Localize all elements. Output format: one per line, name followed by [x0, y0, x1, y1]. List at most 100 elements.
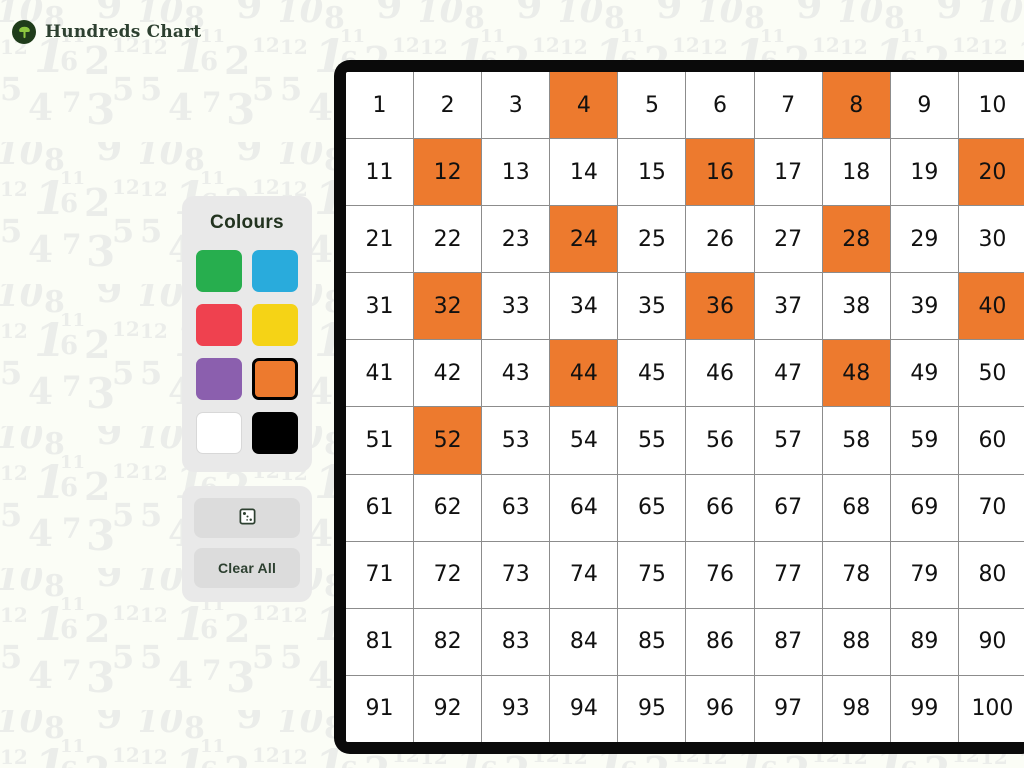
grid-cell-10[interactable]: 10 — [958, 72, 1024, 139]
grid-cell-96[interactable]: 96 — [686, 675, 754, 742]
grid-cell-67[interactable]: 67 — [754, 474, 822, 541]
grid-cell-35[interactable]: 35 — [618, 273, 686, 340]
grid-cell-9[interactable]: 9 — [890, 72, 958, 139]
grid-cell-26[interactable]: 26 — [686, 206, 754, 273]
grid-cell-89[interactable]: 89 — [890, 608, 958, 675]
colour-swatch-black[interactable] — [252, 412, 298, 454]
grid-cell-50[interactable]: 50 — [958, 340, 1024, 407]
grid-cell-18[interactable]: 18 — [822, 139, 890, 206]
grid-cell-5[interactable]: 5 — [618, 72, 686, 139]
grid-cell-70[interactable]: 70 — [958, 474, 1024, 541]
grid-cell-40[interactable]: 40 — [958, 273, 1024, 340]
grid-cell-37[interactable]: 37 — [754, 273, 822, 340]
grid-cell-57[interactable]: 57 — [754, 407, 822, 474]
grid-cell-25[interactable]: 25 — [618, 206, 686, 273]
grid-cell-54[interactable]: 54 — [550, 407, 618, 474]
grid-cell-15[interactable]: 15 — [618, 139, 686, 206]
grid-cell-76[interactable]: 76 — [686, 541, 754, 608]
grid-cell-53[interactable]: 53 — [482, 407, 550, 474]
grid-cell-39[interactable]: 39 — [890, 273, 958, 340]
colour-swatch-white[interactable] — [196, 412, 242, 454]
grid-cell-88[interactable]: 88 — [822, 608, 890, 675]
grid-cell-44[interactable]: 44 — [550, 340, 618, 407]
grid-cell-81[interactable]: 81 — [346, 608, 414, 675]
grid-cell-23[interactable]: 23 — [482, 206, 550, 273]
grid-cell-47[interactable]: 47 — [754, 340, 822, 407]
grid-cell-69[interactable]: 69 — [890, 474, 958, 541]
grid-cell-32[interactable]: 32 — [414, 273, 482, 340]
grid-cell-14[interactable]: 14 — [550, 139, 618, 206]
grid-cell-95[interactable]: 95 — [618, 675, 686, 742]
grid-cell-100[interactable]: 100 — [958, 675, 1024, 742]
grid-cell-17[interactable]: 17 — [754, 139, 822, 206]
grid-cell-58[interactable]: 58 — [822, 407, 890, 474]
grid-cell-19[interactable]: 19 — [890, 139, 958, 206]
grid-cell-87[interactable]: 87 — [754, 608, 822, 675]
grid-cell-92[interactable]: 92 — [414, 675, 482, 742]
dice-button[interactable] — [194, 498, 300, 538]
grid-cell-7[interactable]: 7 — [754, 72, 822, 139]
grid-cell-83[interactable]: 83 — [482, 608, 550, 675]
grid-cell-8[interactable]: 8 — [822, 72, 890, 139]
grid-cell-99[interactable]: 99 — [890, 675, 958, 742]
grid-cell-55[interactable]: 55 — [618, 407, 686, 474]
grid-cell-77[interactable]: 77 — [754, 541, 822, 608]
grid-cell-6[interactable]: 6 — [686, 72, 754, 139]
grid-cell-4[interactable]: 4 — [550, 72, 618, 139]
grid-cell-91[interactable]: 91 — [346, 675, 414, 742]
grid-cell-94[interactable]: 94 — [550, 675, 618, 742]
grid-cell-68[interactable]: 68 — [822, 474, 890, 541]
grid-cell-63[interactable]: 63 — [482, 474, 550, 541]
grid-cell-90[interactable]: 90 — [958, 608, 1024, 675]
grid-cell-98[interactable]: 98 — [822, 675, 890, 742]
grid-cell-97[interactable]: 97 — [754, 675, 822, 742]
grid-cell-11[interactable]: 11 — [346, 139, 414, 206]
grid-cell-2[interactable]: 2 — [414, 72, 482, 139]
grid-cell-34[interactable]: 34 — [550, 273, 618, 340]
grid-cell-27[interactable]: 27 — [754, 206, 822, 273]
grid-cell-12[interactable]: 12 — [414, 139, 482, 206]
grid-cell-46[interactable]: 46 — [686, 340, 754, 407]
grid-cell-28[interactable]: 28 — [822, 206, 890, 273]
grid-cell-45[interactable]: 45 — [618, 340, 686, 407]
grid-cell-3[interactable]: 3 — [482, 72, 550, 139]
grid-cell-73[interactable]: 73 — [482, 541, 550, 608]
grid-cell-16[interactable]: 16 — [686, 139, 754, 206]
colour-swatch-red[interactable] — [196, 304, 242, 346]
grid-cell-78[interactable]: 78 — [822, 541, 890, 608]
colour-swatch-yellow[interactable] — [252, 304, 298, 346]
colour-swatch-orange[interactable] — [252, 358, 298, 400]
grid-cell-85[interactable]: 85 — [618, 608, 686, 675]
grid-cell-65[interactable]: 65 — [618, 474, 686, 541]
grid-cell-36[interactable]: 36 — [686, 273, 754, 340]
grid-cell-61[interactable]: 61 — [346, 474, 414, 541]
grid-cell-72[interactable]: 72 — [414, 541, 482, 608]
grid-cell-56[interactable]: 56 — [686, 407, 754, 474]
grid-cell-31[interactable]: 31 — [346, 273, 414, 340]
grid-cell-80[interactable]: 80 — [958, 541, 1024, 608]
grid-cell-21[interactable]: 21 — [346, 206, 414, 273]
grid-cell-60[interactable]: 60 — [958, 407, 1024, 474]
grid-cell-43[interactable]: 43 — [482, 340, 550, 407]
grid-cell-13[interactable]: 13 — [482, 139, 550, 206]
grid-cell-33[interactable]: 33 — [482, 273, 550, 340]
colour-swatch-purple[interactable] — [196, 358, 242, 400]
grid-cell-62[interactable]: 62 — [414, 474, 482, 541]
grid-cell-49[interactable]: 49 — [890, 340, 958, 407]
colour-swatch-green[interactable] — [196, 250, 242, 292]
grid-cell-75[interactable]: 75 — [618, 541, 686, 608]
grid-cell-66[interactable]: 66 — [686, 474, 754, 541]
colour-swatch-blue[interactable] — [252, 250, 298, 292]
grid-cell-42[interactable]: 42 — [414, 340, 482, 407]
grid-cell-59[interactable]: 59 — [890, 407, 958, 474]
grid-cell-24[interactable]: 24 — [550, 206, 618, 273]
grid-cell-79[interactable]: 79 — [890, 541, 958, 608]
grid-cell-30[interactable]: 30 — [958, 206, 1024, 273]
grid-cell-51[interactable]: 51 — [346, 407, 414, 474]
grid-cell-1[interactable]: 1 — [346, 72, 414, 139]
grid-cell-93[interactable]: 93 — [482, 675, 550, 742]
grid-cell-82[interactable]: 82 — [414, 608, 482, 675]
grid-cell-29[interactable]: 29 — [890, 206, 958, 273]
grid-cell-41[interactable]: 41 — [346, 340, 414, 407]
grid-cell-52[interactable]: 52 — [414, 407, 482, 474]
